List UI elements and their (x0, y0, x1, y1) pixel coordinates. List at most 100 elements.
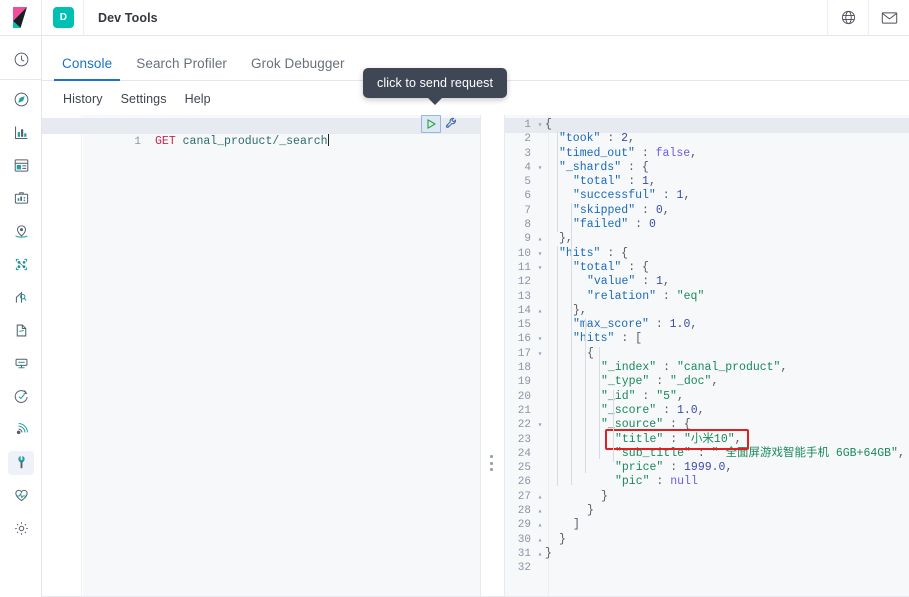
response-line-content: "total" : { (573, 261, 649, 274)
json-token: } (587, 504, 594, 518)
fold-toggle-icon[interactable]: ▴ (535, 305, 545, 319)
json-token: "canal_product" (676, 361, 781, 375)
indent-guide (571, 275, 572, 485)
tab-console[interactable]: Console (50, 56, 124, 81)
request-line-1[interactable]: 1 GET canal_product/_search (42, 118, 329, 148)
app-badge-cell[interactable]: D (42, 0, 84, 36)
response-line: 1 ▾{ (505, 118, 905, 132)
json-token: : (600, 132, 622, 146)
response-line-content: } (601, 490, 608, 503)
response-line-number: 9 (524, 233, 531, 246)
sidebar-item-infrastructure[interactable] (0, 281, 42, 314)
sidebar-item-logs[interactable] (0, 314, 42, 347)
json-token: } (559, 532, 566, 546)
json-token: 0 (655, 203, 663, 217)
pane-resize-handle[interactable] (490, 455, 494, 471)
logs-icon (8, 319, 34, 343)
sidebar-item-siem[interactable] (0, 413, 42, 446)
response-line-number: 16 (517, 333, 531, 346)
submenu-help[interactable]: Help (176, 92, 220, 106)
fold-toggle-icon[interactable]: ▾ (535, 248, 545, 262)
response-line-number: 20 (517, 390, 531, 403)
siem-icon (8, 418, 34, 442)
globe-help-icon (841, 10, 855, 25)
request-editor-pane[interactable]: 1 GET canal_product/_search (42, 115, 481, 597)
response-line-content: ] (573, 518, 580, 531)
json-token: "pic" (615, 475, 650, 489)
fold-toggle-icon[interactable]: ▾ (535, 119, 545, 133)
response-viewer-pane[interactable]: 1 ▾{2 "took" : 2, 3 "timed_out" : false, 4 ▾ "_… (505, 115, 909, 597)
json-token: "total" (573, 260, 622, 274)
submenu-history[interactable]: History (54, 92, 112, 106)
json-token: 1.0 (669, 318, 691, 332)
request-editor[interactable]: 1 GET canal_product/_search (42, 115, 480, 597)
sidebar-item-machine-learning[interactable] (0, 248, 42, 281)
kibana-logo-icon (12, 7, 27, 28)
json-token: "timed_out" (559, 146, 635, 160)
json-token: , (676, 389, 684, 403)
sidebar-item-recently-viewed[interactable] (0, 43, 42, 76)
globe-help-button[interactable] (827, 0, 868, 36)
fold-toggle-icon[interactable]: ▾ (535, 262, 545, 276)
response-line: 18 "_index" : "canal_product", (505, 361, 905, 375)
fold-toggle-icon[interactable]: ▾ (535, 419, 545, 433)
request-line-number: 1 (134, 136, 142, 148)
response-line-content: "hits" : { (559, 247, 628, 260)
request-path: canal_product/_search (175, 135, 328, 148)
json-token: 0 (648, 218, 656, 232)
play-icon (426, 119, 436, 129)
sidebar-item-visualize[interactable] (0, 116, 42, 149)
request-options-wrench-button[interactable] (444, 116, 460, 132)
json-token: , (690, 146, 698, 160)
fold-toggle-icon[interactable]: ▾ (535, 333, 545, 347)
send-request-play-button[interactable] (421, 115, 441, 133)
primary-nav-rail (0, 36, 42, 597)
response-line: 22 ▾ "_source" : { (505, 418, 905, 432)
response-line-content: "max_score" : 1.0, (573, 318, 697, 331)
fold-toggle-icon[interactable]: ▴ (535, 519, 545, 533)
response-line: 13 "relation" : "eq" (505, 290, 905, 304)
json-token: "successful" (573, 189, 656, 203)
mail-button[interactable] (868, 0, 909, 36)
json-token: : { (600, 246, 629, 260)
sidebar-item-dev-tools[interactable] (0, 446, 42, 479)
infra-icon (8, 286, 34, 310)
json-token: , (725, 461, 733, 475)
response-line-number: 2 (524, 133, 531, 146)
fold-toggle-icon[interactable]: ▴ (535, 534, 545, 548)
kibana-logo-button[interactable] (0, 0, 42, 36)
pane-divider[interactable] (481, 115, 505, 597)
response-line: 31 ▴} (505, 547, 905, 561)
fold-toggle-icon[interactable]: ▴ (535, 548, 545, 562)
fold-toggle-icon[interactable]: ▾ (535, 162, 545, 176)
json-token: } (601, 489, 608, 503)
fold-toggle-icon[interactable]: ▴ (535, 233, 545, 247)
response-line-content: "price" : 1999.0, (615, 461, 732, 474)
response-scrollbar[interactable] (902, 115, 909, 597)
sidebar-item-canvas[interactable] (0, 182, 42, 215)
sidebar-item-apm[interactable] (0, 347, 42, 380)
response-line-content: "took" : 2, (559, 132, 635, 145)
indent-guide (585, 318, 586, 473)
response-json[interactable]: 1 ▾{2 "took" : 2, 3 "timed_out" : false, 4 ▾ "_… (505, 118, 905, 576)
response-line: 30 ▴} (505, 533, 905, 547)
fold-toggle-icon[interactable]: ▴ (535, 491, 545, 505)
sidebar-item-management[interactable] (0, 512, 42, 545)
request-method: GET (155, 135, 176, 148)
tab-grok-debugger[interactable]: Grok Debugger (239, 56, 357, 81)
fold-toggle-icon[interactable]: ▴ (535, 505, 545, 519)
sidebar-item-dashboard[interactable] (0, 149, 42, 182)
sidebar-item-uptime[interactable] (0, 380, 42, 413)
response-line: 16 ▾ "hits" : [ (505, 332, 905, 346)
sidebar-item-discover[interactable] (0, 83, 42, 116)
response-line: 4 ▾ "_shards" : { (505, 161, 905, 175)
tab-search-profiler[interactable]: Search Profiler (124, 56, 239, 81)
response-line-number: 12 (517, 276, 531, 289)
fold-toggle-icon[interactable]: ▾ (535, 348, 545, 362)
submenu-settings[interactable]: Settings (112, 92, 176, 106)
response-line-number: 18 (517, 362, 531, 375)
request-gutter (42, 115, 82, 597)
response-line-content: "timed_out" : false, (559, 147, 697, 160)
sidebar-item-maps[interactable] (0, 215, 42, 248)
sidebar-item-monitoring[interactable] (0, 479, 42, 512)
